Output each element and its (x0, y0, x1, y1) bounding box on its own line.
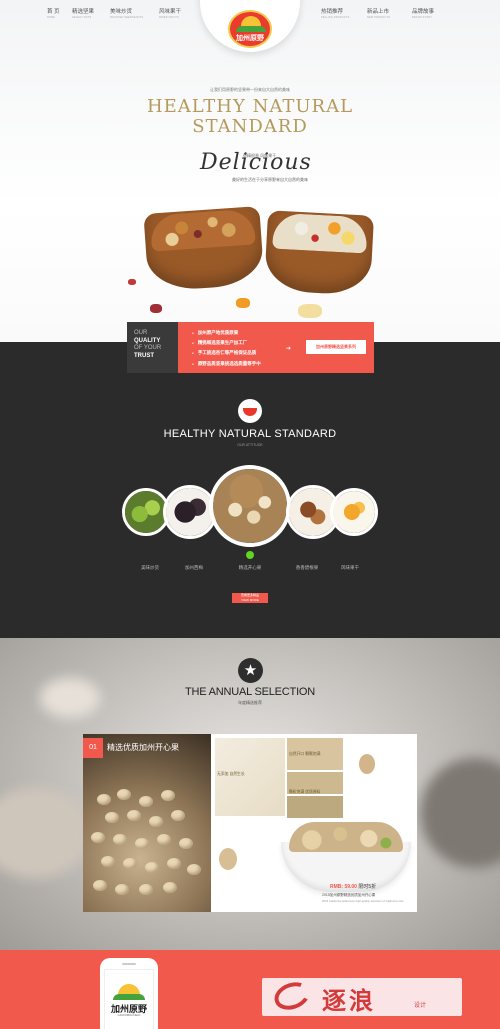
promo-list: 加州原产地优质原果 精挑细选坚果生产加工厂 手工挑选杏仁等严格保证品质 原野品质… (192, 328, 261, 369)
hero-title-line1: HEALTHY NATURAL (146, 96, 354, 117)
hero-title: HEALTHY NATURAL STANDARD (0, 97, 500, 137)
nav-label: 美味炒货 (110, 9, 133, 15)
watermark-subtext: 设计 (414, 1003, 427, 1009)
nav-item-select-nuts[interactable]: 精选坚果 SELECT NUTS (72, 9, 94, 20)
annual-title: THE ANNUAL SELECTION (184, 686, 316, 698)
tile-caption: 自然开口 颗颗饱满 (289, 752, 321, 756)
category-label: 风味果干 (341, 565, 359, 570)
hill-icon (236, 26, 266, 32)
dried-fruit-bowl-image (263, 210, 375, 296)
berry-image (128, 279, 136, 285)
script-caption: 很精很香 风味果干 (243, 153, 277, 158)
phone-mockup-image: 加州原野 CALIFORNIA FIELD (100, 958, 158, 1029)
hill-icon (113, 994, 145, 1000)
rank-badge: 01 (83, 738, 103, 758)
nav-label: 品牌故事 (412, 9, 435, 15)
nav-item-new[interactable]: 新品上市 NEW PRODUCTS (367, 9, 390, 20)
nav-label: 热销推荐 (321, 9, 344, 15)
brand-logo[interactable]: 加州原野 (228, 10, 272, 48)
nav-label: 新品上市 (367, 9, 390, 15)
nav-sublabel: NEW PRODUCTS (367, 16, 390, 19)
pistachio-image (359, 754, 375, 774)
nav-item-brand-story[interactable]: 品牌故事 BRAND STORY (412, 9, 434, 20)
trust-box: OUR QUALITY OF YOUR TRUST (127, 322, 178, 373)
nav-sublabel: SELECT NUTS (72, 16, 92, 19)
nav-label: 风味果干 (159, 9, 182, 15)
hero-title-line2: STANDARD (192, 116, 308, 137)
section-subtitle: OUR ATTITUDE (237, 443, 263, 447)
tile-caption: 无添加 自然生长 (217, 772, 245, 776)
product-title: 精选优质加州开心果 (107, 743, 179, 752)
phone-brand-en: CALIFORNIA FIELD (117, 1014, 141, 1017)
dried-fruit-image (236, 298, 250, 308)
trust-line: TRUST (134, 352, 154, 359)
category-circle-dried-fruit[interactable] (330, 488, 378, 536)
nav-item-selling[interactable]: 热销推荐 SELLING PRODUCTS (321, 9, 349, 20)
trust-line: QUALITY (134, 337, 161, 344)
product-description-en: 2015 California wilderness high-quality … (322, 899, 404, 903)
category-label: 精选开心果 (238, 565, 262, 570)
promo-item: 原野品质坚果挑选选质量等手中 (192, 359, 261, 369)
price-value: RMB: 59.00 (330, 884, 357, 890)
promo-button[interactable]: 加州原野精选坚果系列 (306, 340, 366, 354)
banana-chip-image (298, 304, 322, 318)
featured-product-image[interactable] (83, 734, 211, 912)
hero-section: 首 页 HOME 精选坚果 SELECT NUTS 美味炒货 ROASTED S… (0, 0, 500, 342)
cranberry-image (150, 304, 162, 313)
pistachio-tile-image (215, 738, 285, 816)
script-caption: 美好的生活在于分享原野来自大自然的美味 (232, 177, 308, 182)
view-more-button[interactable]: 查看更多精品 VIEW MORE (232, 593, 268, 603)
discount-label: 限时5折 (358, 884, 377, 890)
promo-item: 加州原产地优质原果 (192, 328, 261, 338)
category-label: 加州西梅 (185, 565, 203, 570)
watermark-text: 逐浪 (322, 988, 376, 1015)
annual-subtitle: 年度精选推荐 (238, 700, 262, 705)
nav-item-dried-fruits[interactable]: 风味果干 DRIED FRUITS (159, 9, 181, 20)
watermark-logo: 逐浪 设计 (262, 977, 462, 1016)
mixed-nuts-bowl-image (143, 206, 265, 292)
product-description: 2015加州原野精选优质加州开心果 (322, 893, 376, 897)
pistachio-image (219, 848, 237, 870)
trust-line: OUR (134, 330, 148, 336)
nav-item-roasted[interactable]: 美味炒货 ROASTED SEEDS&NUTS (110, 9, 143, 20)
active-indicator (246, 551, 254, 559)
promo-box: 加州原产地优质原果 精挑细选坚果生产加工厂 手工挑选杏仁等严格保证品质 原野品质… (178, 322, 374, 373)
nav-label: 精选坚果 (72, 9, 95, 15)
promo-item: 精挑细选坚果生产加工厂 (192, 338, 261, 348)
logo-text: 加州原野 (236, 35, 264, 42)
section-title: HEALTHY NATURAL STANDARD (163, 428, 337, 440)
category-circle-pistachio[interactable] (209, 465, 291, 547)
nav-item-home[interactable]: 首 页 HOME (47, 9, 60, 20)
swirl-icon (270, 977, 314, 1015)
star-icon: ★ (238, 658, 263, 683)
tile-caption: 颗粒饱满 优质原料 (289, 790, 321, 794)
arrow-right-icon: ➔ (286, 346, 292, 352)
view-more-sublabel: VIEW MORE (241, 597, 259, 602)
smile-icon (238, 399, 262, 423)
nav-sublabel: HOME (47, 16, 56, 19)
price-tag: RMB: 59.00 限时5折 (330, 883, 376, 890)
nav-sublabel: SELLING PRODUCTS (321, 16, 350, 19)
nav-sublabel: DRIED FRUITS (159, 16, 179, 19)
promo-item: 手工挑选杏仁等严格保证品质 (192, 348, 261, 358)
nav-sublabel: BRAND STORY (412, 16, 433, 19)
nav-label: 首 页 (47, 9, 60, 15)
nav-sublabel: ROASTED SEEDS&NUTS (110, 16, 144, 19)
trust-line: OF YOUR (134, 345, 162, 351)
phone-screen: 加州原野 CALIFORNIA FIELD (104, 969, 154, 1029)
hero-kicker: 让我们用原野的坚果带一份来自大自然的美味 (210, 87, 290, 92)
speaker-icon (122, 963, 136, 965)
pistachio-tile-image (287, 796, 343, 818)
